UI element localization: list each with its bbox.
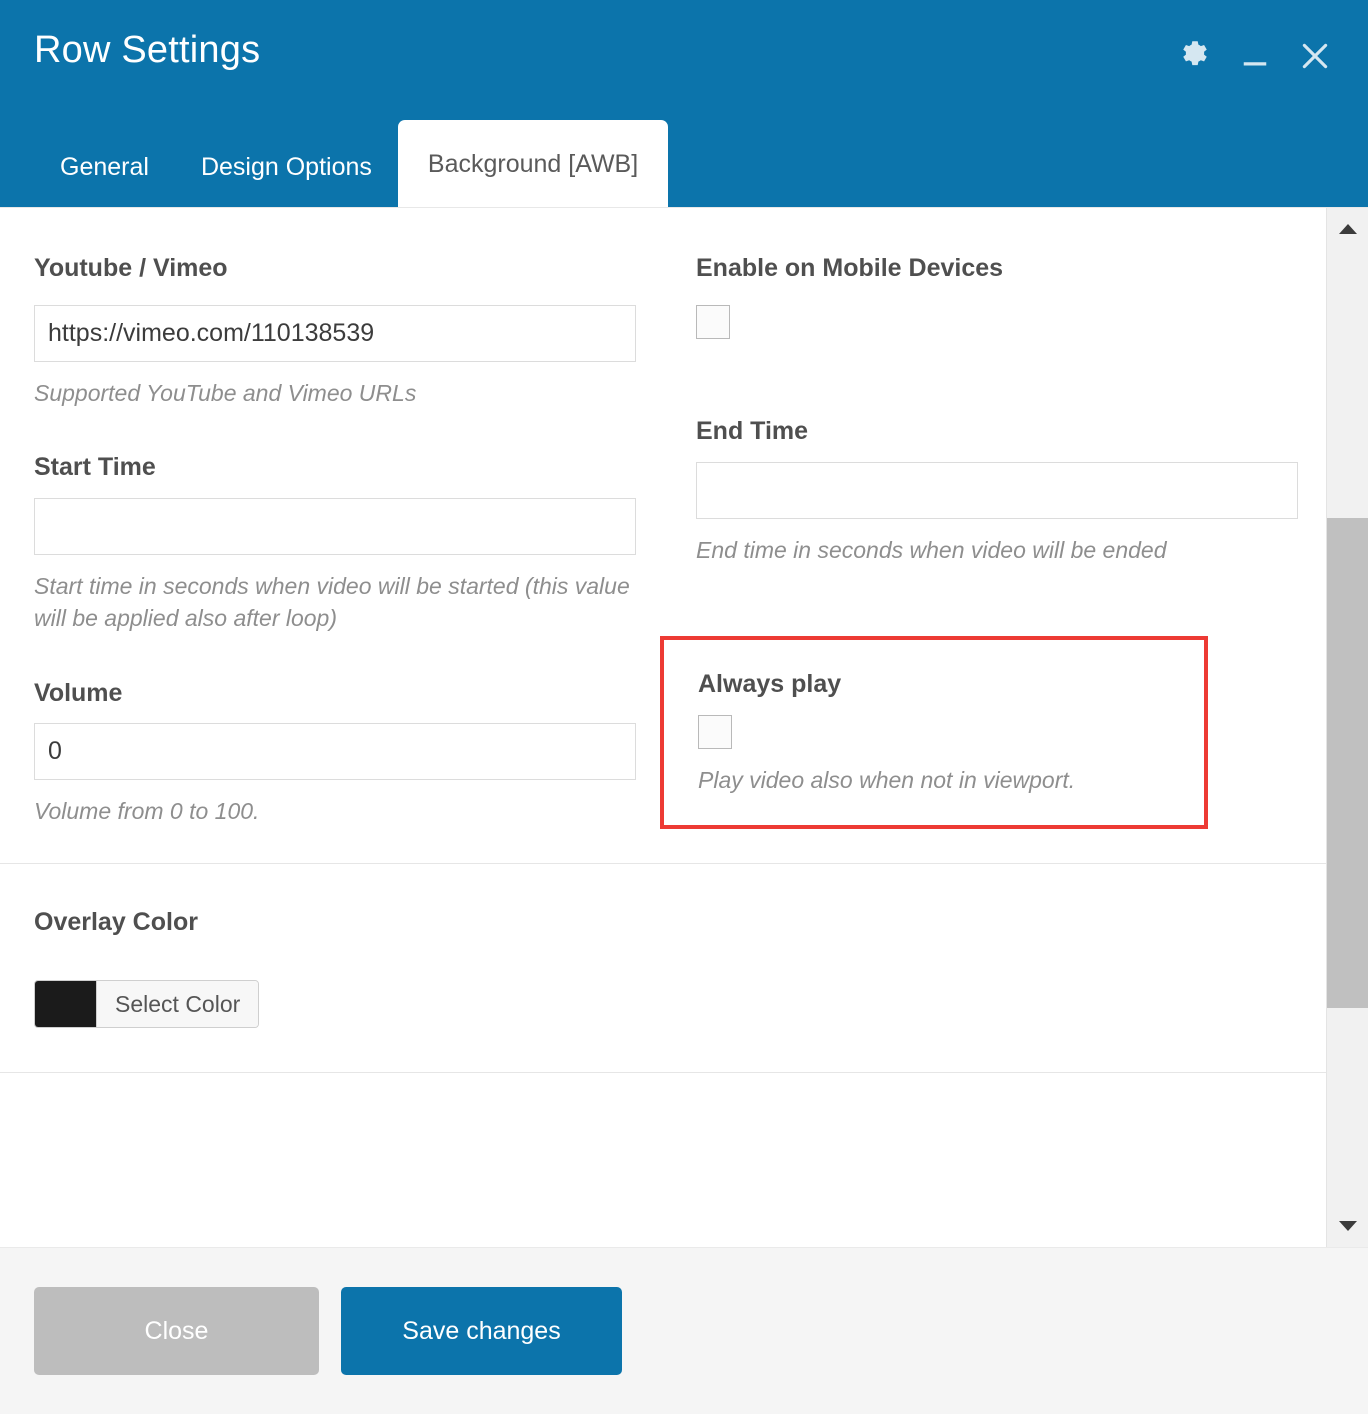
end-time-field: End Time End time in seconds when video …: [696, 417, 1298, 566]
tab-general[interactable]: General: [34, 126, 175, 208]
always-play-help: Play video also when not in viewport.: [698, 766, 1076, 793]
start-time-help: Start time in seconds when video will be…: [34, 573, 630, 631]
save-changes-button[interactable]: Save changes: [341, 1287, 622, 1375]
overlay-color-section: Overlay Color Select Color: [0, 864, 1326, 1073]
gear-icon[interactable]: [1176, 32, 1214, 80]
modal-header: Row Settings General Design Options Back…: [0, 0, 1368, 207]
right-column: Enable on Mobile Devices End Time End ti…: [660, 254, 1298, 829]
scroll-up-arrow-icon[interactable]: [1327, 208, 1368, 250]
video-settings-section: Youtube / Vimeo Supported YouTube and Vi…: [0, 208, 1326, 863]
always-play-highlight: Always play Play video also when not in …: [660, 636, 1208, 829]
modal-body: Youtube / Vimeo Supported YouTube and Vi…: [0, 207, 1368, 1247]
minimize-icon[interactable]: [1236, 32, 1274, 80]
modal-footer: Close Save changes: [0, 1247, 1368, 1414]
header-controls: [1176, 32, 1334, 80]
enable-mobile-checkbox[interactable]: [696, 304, 730, 339]
tab-background-awb[interactable]: Background [AWB]: [397, 119, 669, 207]
volume-input[interactable]: [34, 723, 636, 781]
start-time-field: Start Time Start time in seconds when vi…: [34, 453, 636, 634]
settings-scroll-area: Youtube / Vimeo Supported YouTube and Vi…: [0, 208, 1326, 1247]
enable-mobile-field: Enable on Mobile Devices: [696, 254, 1298, 339]
volume-label: Volume: [34, 678, 123, 707]
volume-help: Volume from 0 to 100.: [34, 798, 260, 825]
end-time-input[interactable]: [696, 461, 1298, 519]
video-url-field: Youtube / Vimeo Supported YouTube and Vi…: [34, 254, 636, 409]
video-url-label: Youtube / Vimeo: [34, 254, 228, 282]
close-icon[interactable]: [1296, 32, 1334, 80]
scrollbar-thumb[interactable]: [1327, 518, 1368, 1008]
row-settings-modal: Row Settings General Design Options Back…: [0, 0, 1368, 1414]
video-url-help: Supported YouTube and Vimeo URLs: [34, 379, 417, 406]
tab-bar: General Design Options Background [AWB]: [34, 119, 669, 208]
always-play-label: Always play: [698, 670, 842, 699]
end-time-label: End Time: [696, 416, 809, 445]
page-title: Row Settings: [34, 29, 261, 71]
overlay-color-picker[interactable]: Select Color: [34, 980, 260, 1029]
overlay-color-label: Overlay Color: [34, 907, 198, 936]
select-color-button[interactable]: Select Color: [97, 981, 259, 1028]
section-divider-bottom: [0, 1072, 1326, 1074]
start-time-label: Start Time: [34, 453, 156, 482]
video-url-input[interactable]: [34, 304, 636, 362]
close-button[interactable]: Close: [34, 1287, 319, 1375]
vertical-scrollbar[interactable]: [1326, 208, 1368, 1247]
start-time-input[interactable]: [34, 498, 636, 556]
tab-design-options[interactable]: Design Options: [175, 126, 398, 208]
always-play-checkbox[interactable]: [698, 714, 732, 749]
volume-field: Volume Volume from 0 to 100.: [34, 679, 636, 828]
end-time-help: End time in seconds when video will be e…: [696, 536, 1167, 563]
left-column: Youtube / Vimeo Supported YouTube and Vi…: [34, 254, 636, 829]
overlay-color-swatch: [35, 981, 97, 1028]
enable-mobile-label: Enable on Mobile Devices: [696, 254, 1004, 282]
scroll-down-arrow-icon[interactable]: [1327, 1205, 1368, 1247]
